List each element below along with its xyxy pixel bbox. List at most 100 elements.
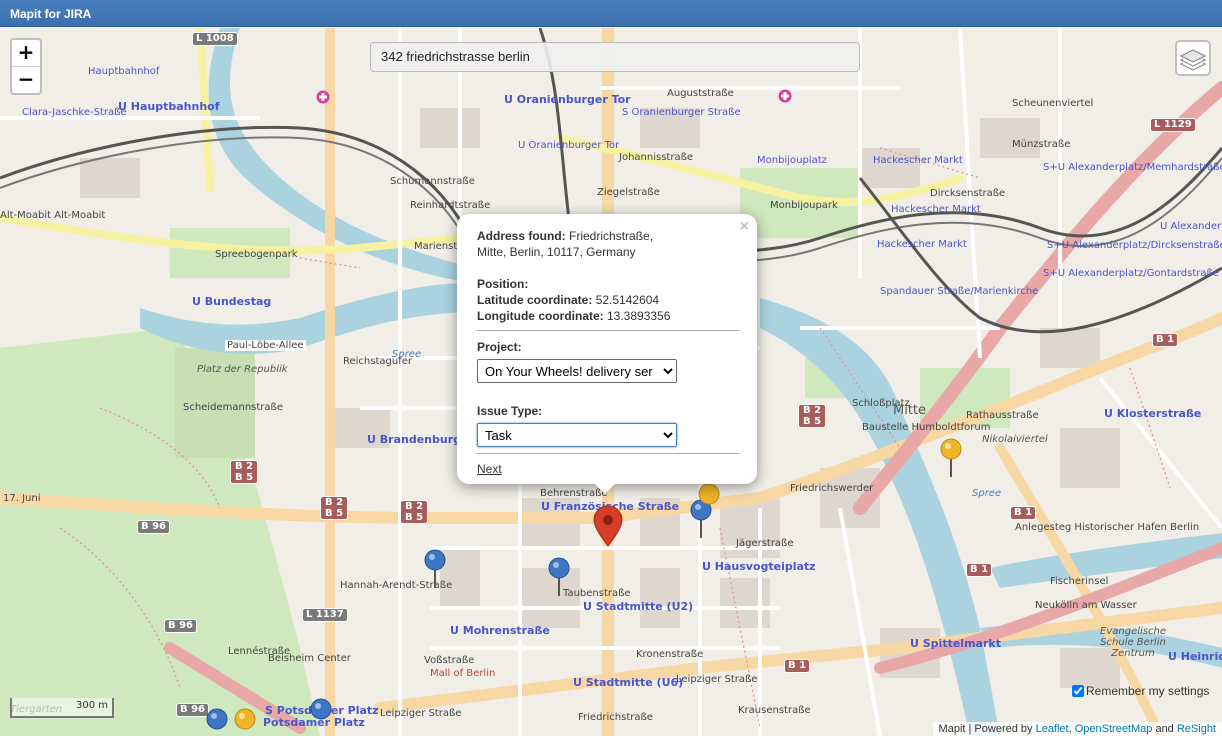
popup-close-button[interactable]: ×: [740, 218, 749, 236]
issue-marker-blue[interactable]: [424, 549, 446, 589]
issue-marker-yellow[interactable]: [698, 483, 720, 507]
station-label: U Hauptbahnhof: [118, 100, 220, 113]
station-label: S+U Alexanderplatz/Dircksenstraße: [1047, 240, 1222, 251]
popup-tip: [595, 484, 615, 494]
position-label: Position:: [477, 277, 529, 291]
station-label: U Mohrenstraße: [450, 624, 550, 637]
street-label: Spreebogenpark: [215, 249, 298, 260]
address-line2: Mitte, Berlin, 10117, Germany: [477, 245, 636, 259]
street-label: Krausenstraße: [738, 705, 811, 716]
place-label: Mall of Berlin: [430, 668, 496, 679]
place-label: Neukölln am Wasser: [1035, 600, 1137, 611]
station-label: U Hausvogteiplatz: [702, 560, 816, 573]
station-label: U Stadtmitte (U6): [573, 676, 684, 689]
map-canvas[interactable]: U Hauptbahnhof Hauptbahnhof Clara-Jaschk…: [0, 28, 1222, 736]
street-label: Alt-Moabit Alt-Moabit: [0, 210, 106, 221]
street-label: Platz der Republik: [197, 364, 288, 375]
station-label: U Bundestag: [192, 295, 272, 308]
zoom-out-button[interactable]: −: [12, 66, 40, 93]
latitude-label: Latitude coordinate:: [477, 293, 593, 307]
place-label: Nikolaiviertel: [982, 434, 1048, 445]
attribution-leaflet-link[interactable]: Leaflet: [1036, 723, 1069, 735]
street-label: Auguststraße: [667, 88, 734, 99]
attribution-mapit: Mapit: [938, 723, 966, 735]
street-label: Friedrichstraße: [578, 712, 653, 723]
address-label: Address found:: [477, 229, 566, 243]
street-label: Monbijouplatz: [757, 155, 827, 166]
road-shield: L 1137: [302, 608, 348, 622]
address-search-input[interactable]: 342 friedrichstrasse berlin: [370, 42, 860, 72]
street-label: Kronenstraße: [636, 649, 704, 660]
street-label: Ziegelstraße: [597, 187, 660, 198]
longitude-label: Longitude coordinate:: [477, 309, 604, 323]
station-label: U Klosterstraße: [1104, 407, 1202, 420]
road-shield: B 2 B 5: [230, 460, 258, 484]
app-title: Mapit for JIRA: [10, 7, 92, 21]
station-label: Hauptbahnhof: [88, 66, 160, 77]
remember-settings[interactable]: Remember my settings: [1072, 684, 1209, 698]
street-label: Taubenstraße: [563, 588, 631, 599]
issue-marker-yellow[interactable]: [940, 438, 962, 478]
issue-marker-blue[interactable]: [206, 708, 228, 736]
district-label: Mitte: [893, 403, 927, 418]
issue-marker-blue[interactable]: [310, 698, 332, 736]
longitude-value: 13.3893356: [607, 309, 671, 323]
project-select[interactable]: On Your Wheels! delivery ser: [477, 359, 677, 383]
street-label: Leipziger Straße: [380, 708, 462, 719]
street-label: Spree: [392, 349, 422, 360]
issue-type-select[interactable]: Task: [477, 423, 677, 447]
app-titlebar: Mapit for JIRA: [0, 0, 1222, 27]
street-label: Fischerinsel: [1050, 576, 1109, 587]
station-label: U Spittelmarkt: [910, 637, 1001, 650]
selected-location-marker[interactable]: [592, 505, 624, 547]
street-label: Münzstraße: [1012, 139, 1071, 150]
issue-type-label: Issue Type:: [477, 404, 543, 418]
station-label: S+U Alexanderplatz/Memhardstraße: [1043, 162, 1222, 173]
zoom-in-button[interactable]: +: [12, 40, 40, 66]
road-shield: B 2 B 5: [400, 500, 428, 524]
issue-marker-yellow[interactable]: [234, 708, 256, 736]
road-shield: B 96: [137, 520, 171, 534]
layers-control-button[interactable]: [1175, 40, 1211, 76]
street-label: Dircksenstraße: [930, 188, 1006, 199]
station-label: Hackescher Markt: [873, 155, 963, 166]
street-label: Spree: [972, 488, 1002, 499]
map-attribution: Mapit | Powered by Leaflet, OpenStreetMa…: [932, 722, 1222, 736]
next-link[interactable]: Next: [477, 462, 502, 476]
popup-divider: [477, 453, 739, 454]
station-label: U Oranienburger Tor: [518, 140, 620, 151]
road-shield: B 96: [164, 619, 198, 633]
hospital-icon: [316, 90, 330, 104]
station-label: U Stadtmitte (U2): [583, 600, 694, 613]
attribution-osm-link[interactable]: OpenStreetMap: [1075, 723, 1153, 735]
remember-settings-checkbox[interactable]: [1072, 685, 1084, 697]
place-label: Evangelische Schule Berlin Zentrum: [1100, 626, 1166, 659]
popup-divider: [477, 330, 739, 331]
road-shield: B 1: [966, 563, 993, 577]
latitude-value: 52.5142604: [595, 293, 660, 307]
street-label: Scheunenviertel: [1012, 98, 1094, 109]
street-label: 17. Juni: [3, 493, 41, 504]
attribution-text: | Powered by: [965, 723, 1036, 735]
create-issue-popup: × Address found: Friedrichstraße, Mitte,…: [457, 214, 757, 494]
street-label: Rathausstraße: [966, 410, 1039, 421]
road-shield: L 1008: [192, 32, 238, 46]
attribution-text: and: [1152, 723, 1177, 735]
road-shield: B 2 B 5: [798, 404, 826, 428]
street-label: Schumannstraße: [390, 176, 475, 187]
attribution-resight-link[interactable]: ReSight: [1177, 723, 1216, 735]
project-label: Project:: [477, 340, 522, 354]
issue-marker-blue[interactable]: [548, 557, 570, 597]
road-shield: B 1: [1010, 506, 1037, 520]
street-label: Leipziger Straße: [676, 674, 758, 685]
place-label: Anlegesteg Historischer Hafen Berlin: [1015, 522, 1200, 533]
street-label: Jägerstraße: [736, 538, 794, 549]
address-row: Address found: Friedrichstraße, Mitte, B…: [477, 228, 739, 260]
street-label: Scheidemannstraße: [183, 402, 283, 413]
station-label: U Alexander: [1160, 221, 1222, 232]
place-label: Beisheim Center: [268, 653, 351, 664]
road-shield: B 1: [1152, 333, 1179, 347]
layers-icon: [1179, 49, 1207, 71]
street-label: Paul-Löbe-Allee: [225, 340, 306, 351]
station-label: Hackescher Markt: [891, 204, 981, 215]
